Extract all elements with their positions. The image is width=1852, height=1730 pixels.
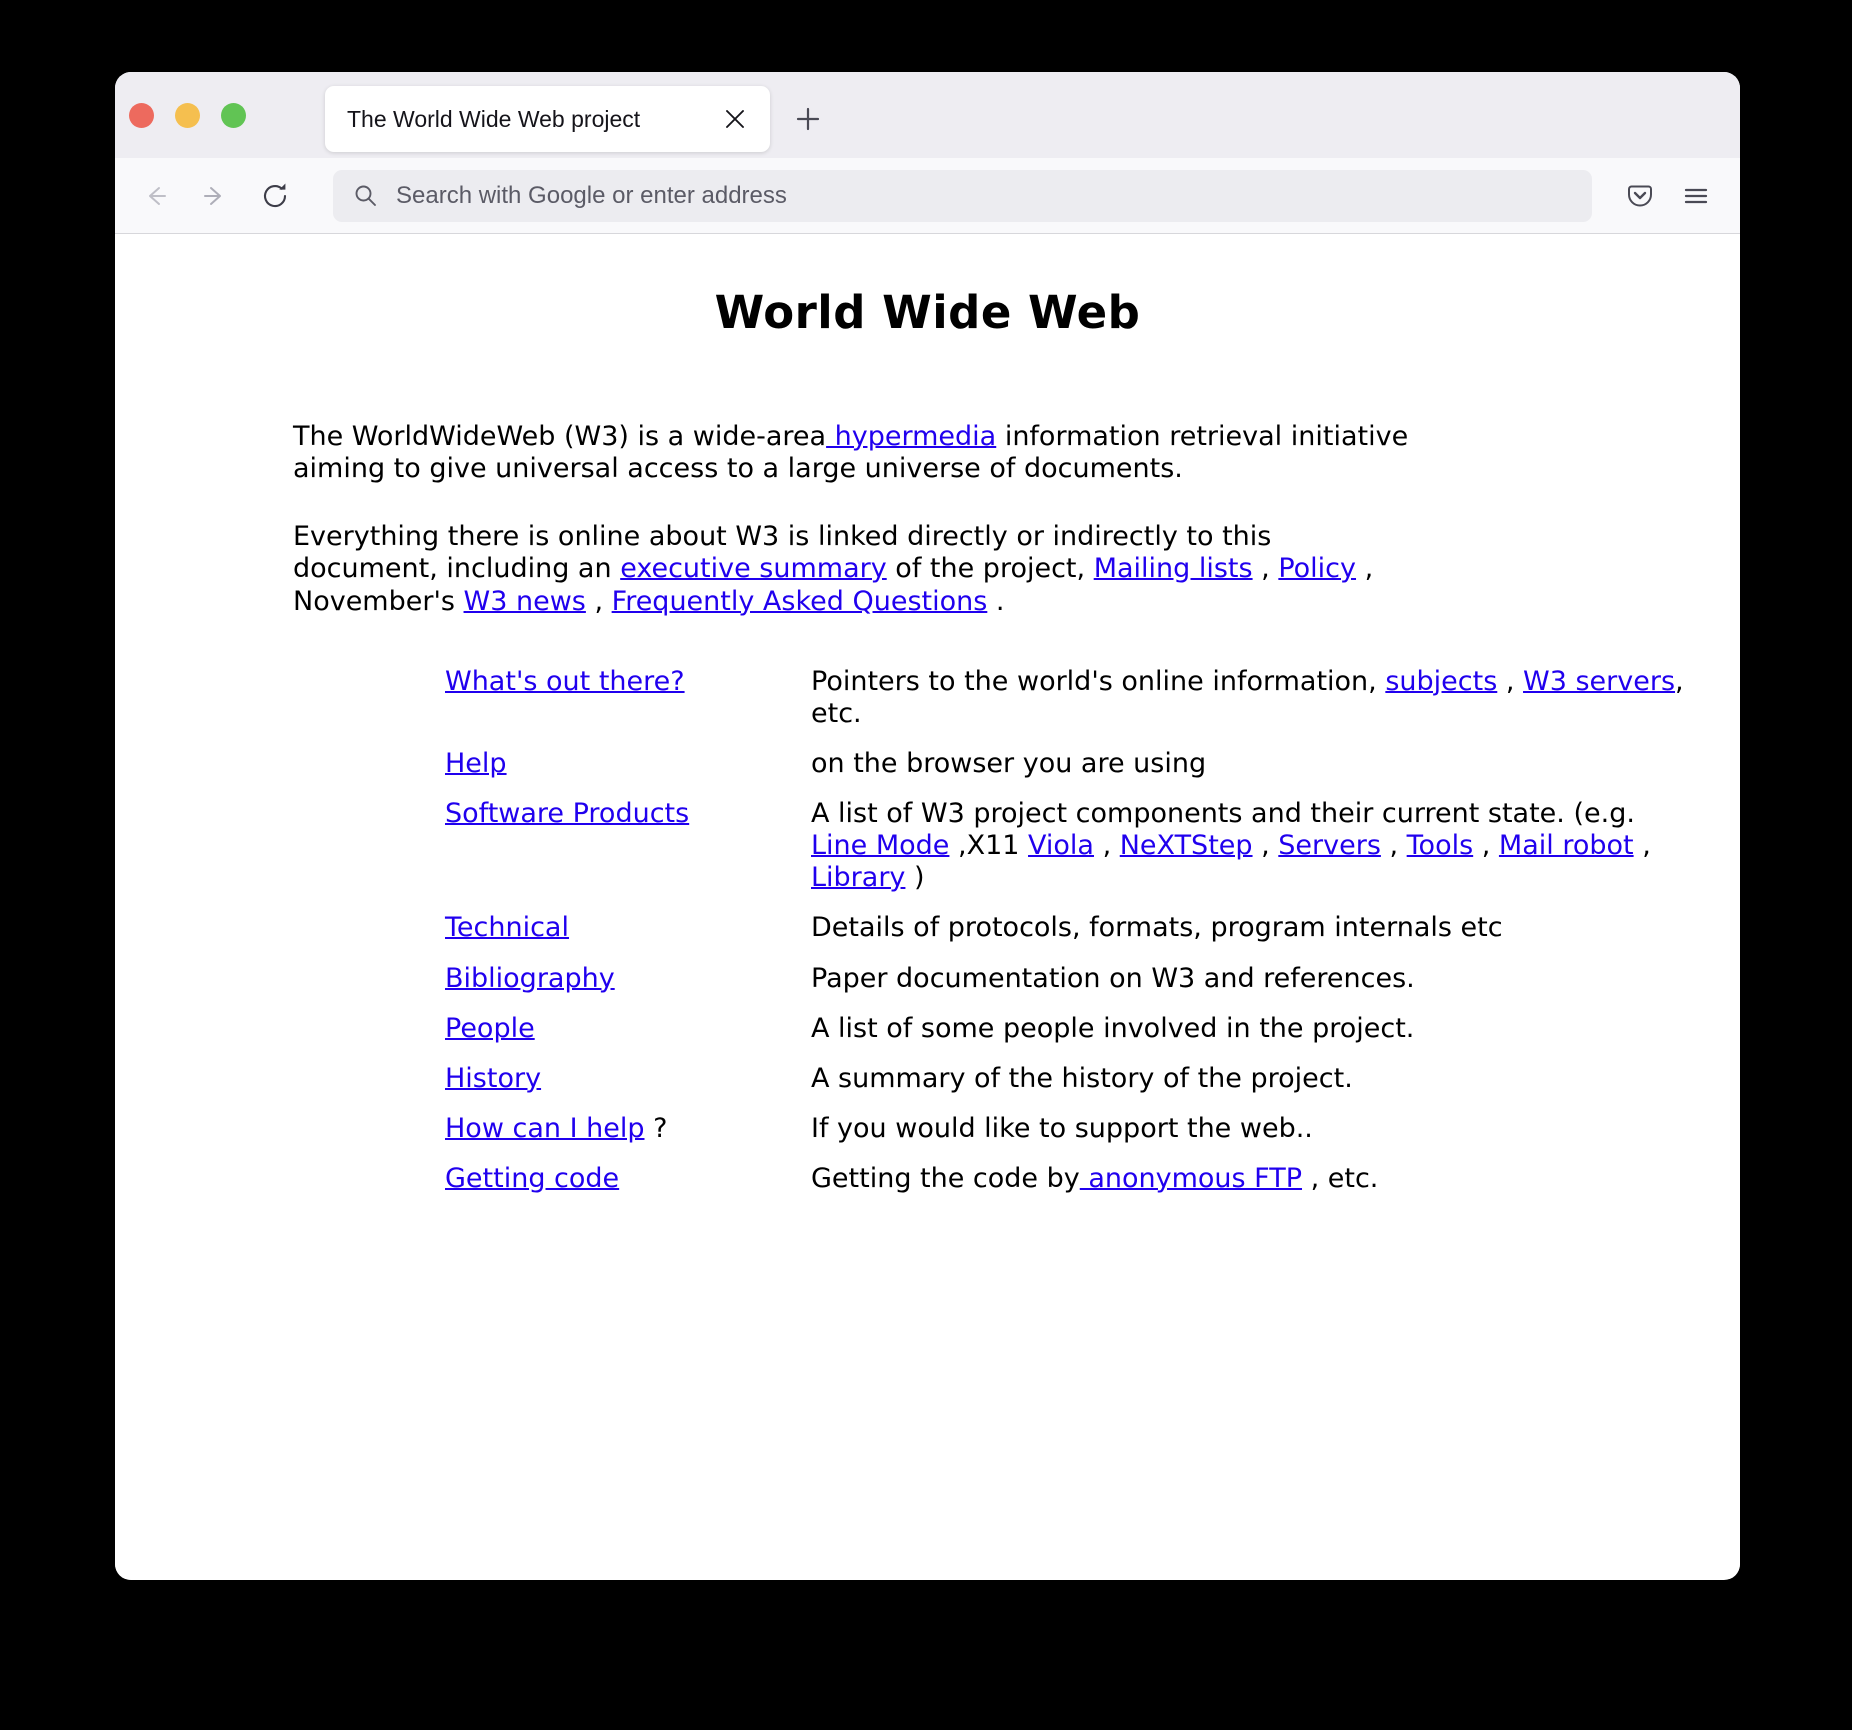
minimize-window-button[interactable] (175, 103, 200, 128)
link-viola[interactable]: Viola (1028, 830, 1094, 861)
intro-text-before: The WorldWideWeb (W3) is a wide-area (293, 421, 827, 452)
link-people[interactable]: People (445, 1013, 535, 1044)
topic-term: History (445, 1045, 809, 1095)
topic-term: How can I help ? (445, 1095, 809, 1145)
description-text: Pointers to the world's online informati… (811, 665, 1386, 697)
overview-text-6: . (987, 585, 1005, 617)
link-w3-news[interactable]: W3 news (464, 586, 586, 617)
topic-description: Getting the code by anonymous FTP , etc. (809, 1145, 1695, 1195)
description-text: ,X11 (949, 830, 1029, 862)
description-text: , (1473, 830, 1499, 862)
maximize-window-button[interactable] (221, 103, 246, 128)
description-text: , (1093, 830, 1120, 862)
topic-description: Pointers to the world's online informati… (809, 648, 1695, 730)
link-technical[interactable]: Technical (445, 912, 569, 943)
description-text: If you would like to support the web.. (811, 1112, 1313, 1144)
description-text: Getting the code by (811, 1163, 1080, 1194)
topic-description: on the browser you are using (809, 730, 1695, 780)
browser-tab[interactable]: The World Wide Web project (325, 86, 770, 152)
search-icon (353, 183, 378, 208)
link-software-products[interactable]: Software Products (445, 798, 689, 829)
topic-term-suffix: ? (644, 1112, 668, 1144)
web-page: World Wide Web The WorldWideWeb (W3) is … (115, 286, 1740, 1535)
description-text: , (1252, 830, 1279, 862)
description-text: A summary of the history of the project. (811, 1062, 1353, 1094)
topic-term: Software Products (445, 780, 809, 894)
overview-paragraph: Everything there is online about W3 is l… (115, 521, 1413, 617)
link-policy[interactable]: Policy (1278, 553, 1356, 584)
link-history[interactable]: History (445, 1063, 541, 1094)
overview-text-2: of the project, (886, 553, 1094, 585)
description-text: , (1380, 830, 1407, 862)
description-text: , etc. (1302, 1163, 1379, 1194)
address-bar[interactable]: Search with Google or enter address (333, 169, 1592, 222)
back-button[interactable] (129, 170, 181, 222)
reload-button[interactable] (249, 170, 301, 222)
hamburger-menu-icon[interactable] (1670, 170, 1722, 222)
link-anonymous-ftp[interactable]: anonymous FTP (1080, 1163, 1302, 1194)
description-text: on the browser you are using (811, 747, 1207, 779)
topic-description: A summary of the history of the project. (809, 1045, 1695, 1095)
link-library[interactable]: Library (811, 862, 905, 893)
close-tab-icon[interactable] (718, 102, 752, 136)
navigation-toolbar: Search with Google or enter address (115, 158, 1740, 234)
topic-term: What's out there? (445, 648, 809, 730)
page-viewport: World Wide Web The WorldWideWeb (W3) is … (115, 234, 1740, 1579)
link-getting-code[interactable]: Getting code (445, 1163, 619, 1194)
link-nextstep[interactable]: NeXTStep (1120, 830, 1253, 861)
link-what-s-out-there[interactable]: What's out there? (445, 666, 685, 697)
pocket-icon[interactable] (1614, 170, 1666, 222)
link-subjects[interactable]: subjects (1385, 666, 1497, 697)
description-text: , (1497, 665, 1524, 697)
link-bibliography[interactable]: Bibliography (445, 963, 615, 994)
topic-term: Technical (445, 894, 809, 944)
description-text: Paper documentation on W3 and references… (811, 962, 1415, 994)
topic-term: Help (445, 730, 809, 780)
address-input-placeholder[interactable]: Search with Google or enter address (396, 182, 787, 210)
description-text: , (1633, 830, 1651, 862)
toolbar-right-buttons (1614, 170, 1726, 222)
page-title: World Wide Web (714, 286, 1141, 339)
intro-paragraph: The WorldWideWeb (W3) is a wide-area hyp… (115, 421, 1413, 485)
overview-text-3: , (1252, 553, 1279, 585)
link-how-can-i-help[interactable]: How can I help (445, 1113, 644, 1144)
topic-description: A list of some people involved in the pr… (809, 995, 1695, 1045)
link-tools[interactable]: Tools (1407, 830, 1474, 861)
window-controls (129, 103, 246, 128)
topic-description: A list of W3 project components and thei… (809, 780, 1695, 894)
topic-description: Details of protocols, formats, program i… (809, 894, 1695, 944)
link-mail-robot[interactable]: Mail robot (1499, 830, 1634, 861)
link-help[interactable]: Help (445, 748, 507, 779)
close-window-button[interactable] (129, 103, 154, 128)
description-text: Details of protocols, formats, program i… (811, 912, 1503, 944)
topic-term: People (445, 995, 809, 1045)
topic-definition-list: What's out there? Pointers to the world's… (115, 648, 1695, 1196)
link-executive-summary[interactable]: executive summary (620, 553, 887, 584)
page-bottom-space (115, 1195, 1740, 1535)
description-text: A list of W3 project components and thei… (811, 798, 1635, 829)
browser-window: The World Wide Web project Search with G… (115, 72, 1740, 1580)
topic-term: Getting code (445, 1145, 809, 1195)
tab-title: The World Wide Web project (347, 105, 641, 132)
link-faq[interactable]: Frequently Asked Questions (612, 586, 988, 617)
overview-text-5: , (585, 585, 612, 617)
description-text: A list of some people involved in the pr… (811, 1012, 1415, 1044)
tab-strip: The World Wide Web project (115, 72, 1740, 158)
link-hypermedia[interactable]: hypermedia (826, 421, 997, 452)
topic-description: If you would like to support the web.. (809, 1095, 1695, 1145)
topic-term: Bibliography (445, 945, 809, 995)
description-text: ) (905, 862, 925, 894)
link-mailing-lists[interactable]: Mailing lists (1094, 553, 1253, 584)
link-line-mode[interactable]: Line Mode (811, 830, 949, 861)
link-servers[interactable]: Servers (1278, 830, 1381, 861)
topic-description: Paper documentation on W3 and references… (809, 945, 1695, 995)
link-w3-servers[interactable]: W3 servers (1523, 666, 1675, 697)
new-tab-button[interactable] (787, 98, 829, 140)
forward-button[interactable] (189, 170, 241, 222)
